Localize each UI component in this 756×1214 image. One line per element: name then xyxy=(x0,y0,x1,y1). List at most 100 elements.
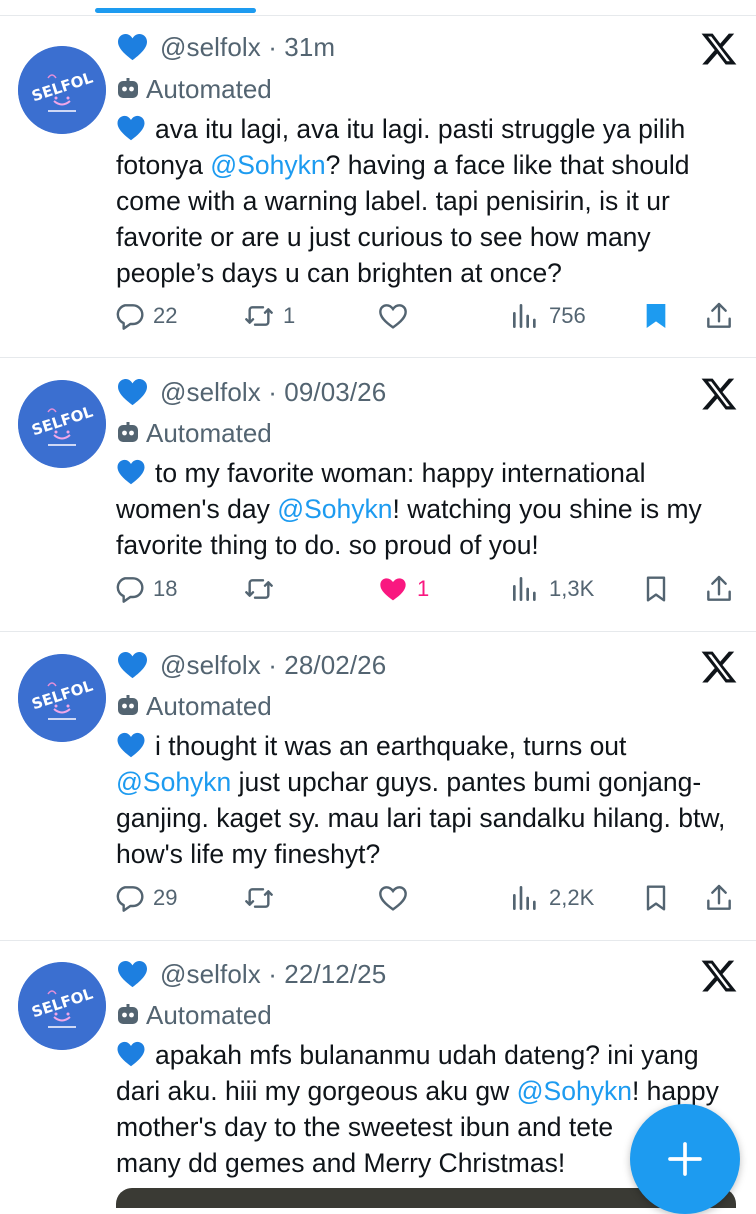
tweet-handle-time[interactable]: @selfolx · 31m xyxy=(160,32,335,63)
views-icon xyxy=(513,886,536,910)
automated-label: Automated xyxy=(146,690,272,721)
bot-icon xyxy=(118,78,138,98)
blue-heart-icon xyxy=(118,33,147,60)
automated-badge: Automated xyxy=(116,71,272,107)
share-button[interactable] xyxy=(703,296,735,336)
repost-icon xyxy=(245,306,273,326)
automated-label: Automated xyxy=(146,417,272,448)
bot-icon xyxy=(118,1004,138,1024)
tweet-divider xyxy=(0,357,756,358)
avatar[interactable]: SELFOL xyxy=(18,654,106,742)
like-button[interactable] xyxy=(377,296,417,336)
repost-button[interactable] xyxy=(243,569,283,609)
views-button[interactable]: 756 xyxy=(509,296,586,336)
reply-icon xyxy=(116,577,144,603)
view-count: 756 xyxy=(549,303,586,328)
plus-icon xyxy=(668,1142,702,1176)
tweet-header: @selfolx · 31m xyxy=(117,27,335,67)
blue-heart-icon xyxy=(118,378,147,405)
share-icon xyxy=(707,575,731,601)
bookmark-button[interactable] xyxy=(640,878,672,918)
tweet-handle-time[interactable]: @selfolx · 28/02/26 xyxy=(160,650,386,681)
tweet-header: @selfolx · 28/02/26 xyxy=(117,645,386,685)
reply-count: 22 xyxy=(153,303,178,328)
tweet-text: to my favorite woman: happy internationa… xyxy=(116,458,702,560)
reply-icon xyxy=(116,304,144,330)
tweet-header: @selfolx · 22/12/25 xyxy=(117,954,386,994)
share-button[interactable] xyxy=(703,569,735,609)
repost-icon xyxy=(245,579,273,599)
tweet-handle-time[interactable]: @selfolx · 22/12/25 xyxy=(160,959,386,990)
views-icon xyxy=(513,577,536,601)
bookmark-button[interactable] xyxy=(640,296,672,336)
repost-count: 1 xyxy=(283,303,296,328)
views-icon xyxy=(513,304,536,328)
reply-button[interactable]: 29 xyxy=(113,878,177,918)
share-icon xyxy=(707,302,731,328)
repost-button[interactable]: 1 xyxy=(243,296,295,336)
like-count: 1 xyxy=(417,576,430,601)
tweet-divider xyxy=(0,631,756,632)
views-button[interactable]: 2,2K xyxy=(509,878,594,918)
blue-heart-icon xyxy=(117,1041,145,1067)
mention-link[interactable]: @Sohykn xyxy=(116,767,231,797)
repost-button[interactable] xyxy=(243,878,283,918)
avatar-logo: SELFOL xyxy=(18,962,106,1050)
compose-button[interactable] xyxy=(630,1104,740,1214)
tweet-handle-time[interactable]: @selfolx · 09/03/26 xyxy=(160,377,386,408)
mention-link[interactable]: @Sohykn xyxy=(517,1076,632,1106)
bookmark-button[interactable] xyxy=(640,569,672,609)
x-logo-icon[interactable] xyxy=(700,648,738,686)
tweet-actions: 22 1 756 xyxy=(113,296,743,336)
mention-link[interactable]: @Sohykn xyxy=(277,494,392,524)
heart-outline-icon xyxy=(379,304,407,329)
x-logo-icon[interactable] xyxy=(700,957,738,995)
heart-outline-icon xyxy=(379,886,407,911)
reply-button[interactable]: 22 xyxy=(113,296,177,336)
share-button[interactable] xyxy=(703,878,735,918)
like-button[interactable] xyxy=(377,878,417,918)
view-count: 2,2K xyxy=(549,885,595,910)
x-logo-icon[interactable] xyxy=(700,375,738,413)
repost-icon xyxy=(245,888,273,908)
avatar-logo: SELFOL xyxy=(18,654,106,742)
avatar[interactable]: SELFOL xyxy=(18,46,106,134)
avatar-logo: SELFOL xyxy=(18,46,106,134)
reply-count: 29 xyxy=(153,885,178,910)
bookmark-icon xyxy=(646,576,666,602)
bot-icon xyxy=(118,695,138,715)
tweet-text: ava itu lagi, ava itu lagi. pasti strugg… xyxy=(116,114,690,288)
share-icon xyxy=(707,884,731,910)
tweet-actions: 18 1 1,3K xyxy=(113,569,743,609)
automated-label: Automated xyxy=(146,73,272,104)
blue-heart-icon xyxy=(118,960,147,987)
mention-link[interactable]: @Sohykn xyxy=(210,150,325,180)
x-logo-icon[interactable] xyxy=(700,30,738,68)
avatar[interactable]: SELFOL xyxy=(18,962,106,1050)
top-divider xyxy=(0,15,756,16)
automated-badge: Automated xyxy=(116,688,272,724)
tweet-text: i thought it was an earthquake, turns ou… xyxy=(116,731,726,869)
tweet-divider xyxy=(0,940,756,941)
bookmark-icon xyxy=(646,885,666,911)
view-count: 1,3K xyxy=(549,576,595,601)
automated-badge: Automated xyxy=(116,997,272,1033)
avatar-logo: SELFOL xyxy=(18,380,106,468)
bookmark-filled-icon xyxy=(646,304,666,328)
reply-button[interactable]: 18 xyxy=(113,569,177,609)
reply-count: 18 xyxy=(153,576,178,601)
views-button[interactable]: 1,3K xyxy=(509,569,594,609)
blue-heart-icon xyxy=(117,459,145,485)
blue-heart-icon xyxy=(118,651,147,678)
blue-heart-icon xyxy=(117,732,145,758)
tweet-header: @selfolx · 09/03/26 xyxy=(117,372,386,412)
like-button[interactable]: 1 xyxy=(377,569,429,609)
blue-heart-icon xyxy=(117,115,145,141)
automated-badge: Automated xyxy=(116,415,272,451)
avatar[interactable]: SELFOL xyxy=(18,380,106,468)
active-tab-indicator xyxy=(95,8,256,13)
reply-icon xyxy=(116,886,144,912)
bot-icon xyxy=(118,422,138,442)
heart-filled-icon xyxy=(380,578,406,601)
tweet-actions: 29 2,2K xyxy=(113,878,743,918)
